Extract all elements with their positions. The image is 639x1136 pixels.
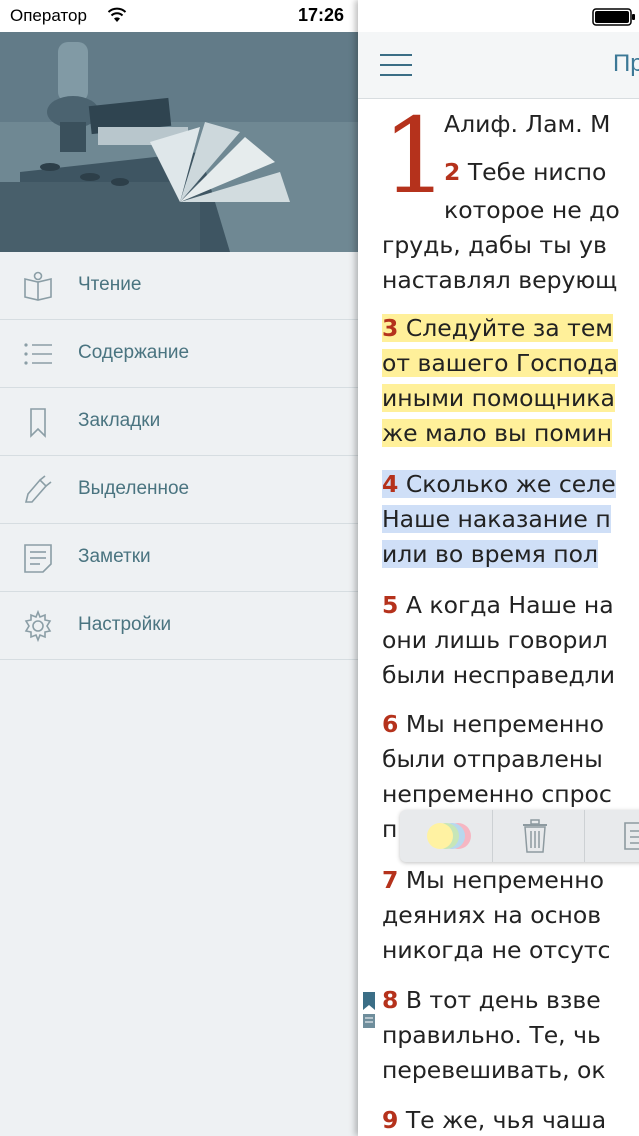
verse-line: 8 В тот день взве — [382, 986, 601, 1014]
toolbar-divider — [492, 810, 493, 862]
add-note-icon[interactable] — [622, 820, 639, 852]
wifi-icon — [107, 7, 127, 22]
selection-toolbar — [400, 810, 639, 862]
carrier-name: Оператор — [10, 6, 87, 25]
verse-line: 5 А когда Наше на — [382, 591, 614, 619]
verse-line: никогда не отсутс — [382, 936, 611, 964]
verse-line-highlighted: же мало вы помин — [382, 419, 613, 447]
verse-line: были несправедли — [382, 661, 616, 689]
verse-line: 9 Те же, чья чаша — [382, 1106, 607, 1134]
verse-line: 6 Мы непременно — [382, 710, 604, 738]
gear-icon — [24, 610, 52, 642]
battery-icon — [592, 8, 635, 26]
verse-line-highlighted: иными помощника — [382, 384, 615, 412]
clock: 17:26 — [298, 5, 345, 25]
bookmark-icon — [30, 408, 46, 438]
verse-line: 7 Мы непременно — [382, 866, 604, 894]
verse-line: которое не до — [444, 196, 620, 224]
bookmark-note-marker-icon[interactable] — [362, 992, 376, 1038]
menu-item-highlights[interactable]: Выделенное — [0, 456, 358, 524]
menu-item-bookmarks[interactable]: Закладки — [0, 388, 358, 456]
verse-line-highlighted: или во время пол — [382, 540, 599, 568]
reader-panel: Пр 1 Алиф. Лам. М 2 Тебе ниспо которое н… — [358, 0, 639, 1136]
verse-line-highlighted: 3 Следуйте за тем — [382, 314, 614, 342]
note-icon — [24, 544, 52, 573]
verse-line-highlighted: 4 Сколько же селе — [382, 470, 616, 498]
menu-item-label: Настройки — [78, 614, 172, 635]
verse-line-highlighted: Наше наказание п — [382, 505, 611, 533]
menu-item-contents[interactable]: Содержание — [0, 320, 358, 388]
nav-title: Пр — [613, 50, 639, 77]
verse-line: Алиф. Лам. М — [444, 110, 611, 138]
verse-line-highlighted: от вашего Господа — [382, 349, 618, 377]
book-icon — [24, 271, 52, 301]
status-bar-right — [358, 0, 639, 32]
verse-line: грудь, дабы ты ув — [382, 231, 607, 259]
verse-line: они лишь говорил — [382, 626, 608, 654]
menu-icon[interactable] — [380, 54, 412, 76]
menu-item-label: Заметки — [78, 546, 151, 567]
menu-item-label: Закладки — [78, 410, 161, 431]
verse-line: 2 Тебе ниспо — [444, 158, 607, 186]
menu-item-label: Чтение — [78, 274, 142, 295]
menu-item-reading[interactable]: Чтение — [0, 252, 358, 320]
verse-line: непременно спрос — [382, 780, 612, 808]
chapter-number: 1 — [382, 98, 449, 217]
toolbar-divider — [584, 810, 585, 862]
trash-icon[interactable] — [520, 818, 550, 854]
verse-line: правильно. Те, чь — [382, 1021, 601, 1049]
verse-line: наставлял верующ — [382, 266, 618, 294]
menu-item-settings[interactable]: Настройки — [0, 592, 358, 660]
verse-line: п — [382, 815, 398, 843]
menu-item-notes[interactable]: Заметки — [0, 524, 358, 592]
verse-line: были отправлены — [382, 745, 603, 773]
list-icon — [24, 343, 52, 365]
menu-item-label: Содержание — [78, 342, 190, 363]
side-menu: Оператор 17:26 Чтение Содержание Закладк… — [0, 0, 358, 1136]
menu-item-label: Выделенное — [78, 478, 190, 499]
scripture-text[interactable]: 1 Алиф. Лам. М 2 Тебе ниспо которое не д… — [358, 98, 639, 1136]
verse-line: перевешивать, ок — [382, 1056, 606, 1084]
cover-image — [0, 32, 358, 252]
highlight-color-icon[interactable] — [418, 820, 478, 852]
status-bar: Оператор 17:26 — [0, 0, 358, 32]
menu-list: Чтение Содержание Закладки Выделенное За… — [0, 252, 358, 660]
nav-bar: Пр — [358, 32, 639, 99]
verse-line: деяниях на основ — [382, 901, 602, 929]
highlighter-icon — [24, 475, 52, 503]
